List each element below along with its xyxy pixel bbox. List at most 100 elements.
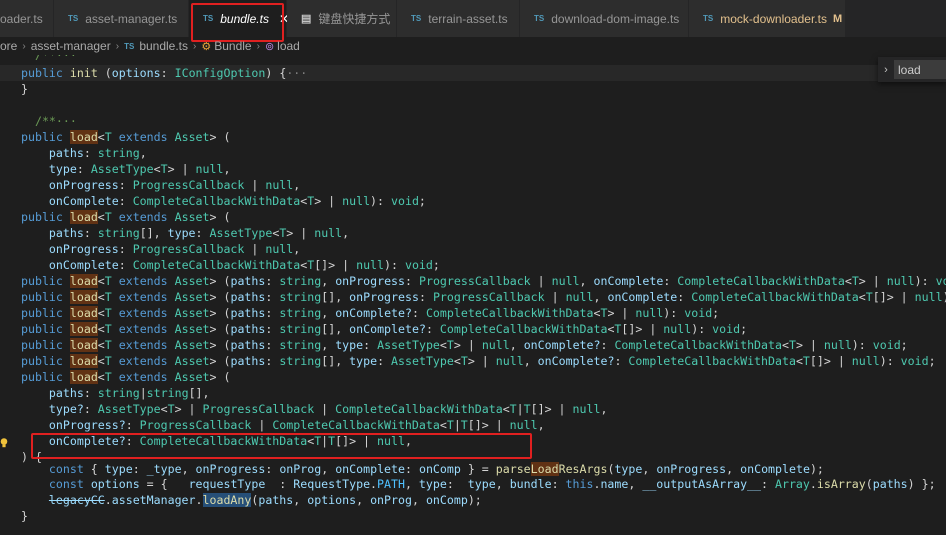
code-token: ; [900,338,908,352]
code-token: onProgress [656,462,727,476]
code-token: , [579,274,594,288]
code-token: T [104,274,112,288]
code-line: public load<T extends Asset> ( [0,209,946,225]
code-token: : [160,66,175,80]
tab-oader[interactable]: oader.ts [0,0,54,37]
code-token: : [265,338,280,352]
code-token: < [97,306,105,320]
chevron-right-icon: › [193,40,197,52]
code-token: , [139,146,147,160]
code-line: onComplete: CompleteCallbackWithData<T[]… [0,257,946,273]
code-token: [], [321,290,350,304]
code-token: T [460,354,468,368]
code-token: onComplete [593,274,664,288]
code-token: string [279,290,322,304]
code-editor[interactable]: /**··· public init (options: IConfigOptio… [0,55,946,535]
code-token: extends [118,306,168,320]
code-token: CompleteCallbackWithData [677,274,845,288]
code-token: paths [230,354,266,368]
code-token: /**··· [21,55,77,62]
code-token: paths [230,274,266,288]
breadcrumb-method-load[interactable]: ⊚ load [265,39,300,53]
code-token: , [642,462,657,476]
editor-tab-bar: oader.ts TS asset-manager.ts TS bundle.ts ✕ ▤ 键… [0,0,946,37]
chevron-right-icon: › [22,40,26,52]
code-token: loadAny [202,493,252,507]
code-line: const { type: _type, onProgress: onProg,… [0,461,946,477]
code-token: IConfigOption [174,66,266,80]
code-token: : [83,146,98,160]
code-token: < [153,162,161,176]
tab-download-dom-image[interactable]: TS download-dom-image.ts [520,0,689,37]
code-token: | [139,386,147,400]
find-widget: › [878,57,946,82]
code-token: > | [286,226,315,240]
tab-asset-manager[interactable]: TS asset-manager.ts [54,0,189,37]
code-token: ( [97,66,112,80]
code-token: onComplete [740,462,810,476]
code-token: > | [174,402,203,416]
code-token: onComplete [48,258,119,272]
code-token: : [377,354,392,368]
code-token: , [293,493,308,507]
code-token: name [600,477,629,491]
code-token: . [370,477,378,491]
code-token: : [118,258,133,272]
breadcrumb-label: bundle.ts [139,39,189,53]
breadcrumb-file-bundle[interactable]: TS bundle.ts [124,39,188,53]
code-token: : [118,178,133,192]
modified-badge: M [832,12,843,25]
code-token: T [104,322,112,336]
lightbulb-icon[interactable] [0,438,8,448]
code-token: > | [314,194,343,208]
code-token: ; [418,194,426,208]
tab-mock-downloader[interactable]: TS mock-downloader.ts M [689,0,846,37]
code-token: T [509,402,517,416]
tab-terrain-asset[interactable]: TS terrain-asset.ts [397,0,520,37]
code-token: []> | [530,402,573,416]
find-expand-toggle-icon[interactable]: › [878,64,894,76]
code-token: Asset [174,130,210,144]
code-token: null [342,194,371,208]
code-token: T [865,290,873,304]
code-token: public [21,290,63,304]
code-token: < [97,274,105,288]
code-token: public [21,354,63,368]
tab-label: asset-manager.ts [85,11,178,26]
code-token: []> | [467,418,510,432]
code-token: . [104,493,112,507]
tab-keyboard-shortcuts[interactable]: ▤ 键盘快捷方式 [287,0,397,37]
code-token: CompleteCallbackWithData [272,418,440,432]
code-token: init [69,66,98,80]
code-token: string [97,226,140,240]
code-token: , [404,477,419,491]
code-line: /**··· [0,113,946,129]
code-token: : [614,354,629,368]
code-line: type: AssetType<T> | null, [0,161,946,177]
tab-label: oader.ts [0,11,43,26]
code-token: paths [48,386,84,400]
code-token: null [509,418,538,432]
find-input[interactable] [894,60,946,79]
breadcrumb-class-bundle[interactable]: ⚙ Bundle [201,39,251,53]
code-token: paths [48,146,84,160]
code-token: < [781,338,789,352]
code-line: public load<T extends Asset> (paths: str… [0,289,946,305]
code-token: > ( [209,370,231,384]
code-token: CompleteCallbackWithData [628,354,796,368]
breadcrumb-folder-asset-manager[interactable]: asset-manager [31,39,111,53]
breadcrumb-folder-core[interactable]: ore [0,39,17,53]
code-token: > ( [209,338,231,352]
code-token: ): [851,338,873,352]
code-token: null [356,258,385,272]
code-token: Asset [174,290,210,304]
